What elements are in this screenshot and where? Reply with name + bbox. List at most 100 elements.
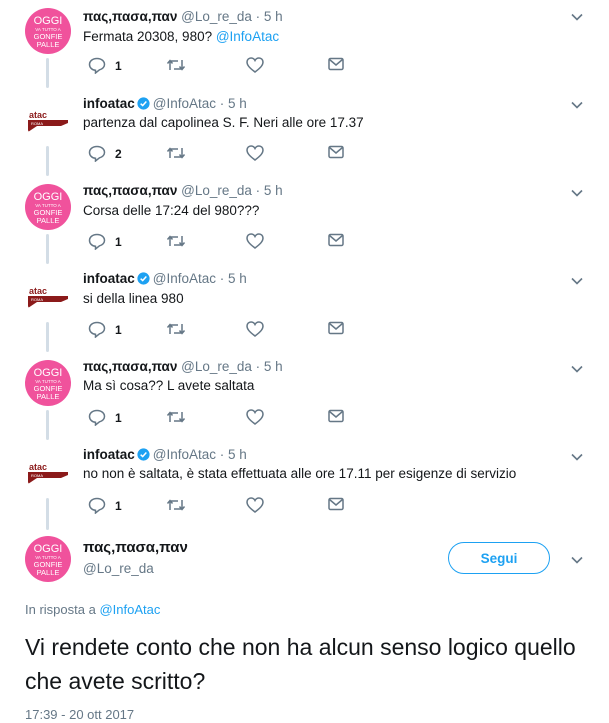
follow-button[interactable]: Segui [448, 542, 550, 574]
user-name[interactable]: πας,πασα,παν [83, 9, 177, 24]
direct-message-button[interactable] [328, 409, 344, 423]
tweet-text: Ma sì cosa?? L avete saltata [83, 378, 254, 393]
tweet-actions: 1 [88, 321, 358, 339]
tweet-actions: 1 [88, 233, 358, 251]
reply-count: 1 [115, 498, 122, 513]
tweet-text: no non è saltata, è stata effettuata all… [83, 466, 516, 481]
like-button[interactable] [246, 497, 264, 513]
tweet-text-body: no non è saltata, è stata effettuata all… [83, 466, 517, 481]
avatar-text: OGGI [34, 367, 63, 379]
retweet-button[interactable] [166, 497, 186, 513]
separator-dot: · [251, 359, 264, 374]
separator-dot: · [216, 96, 229, 111]
avatar-infoatac[interactable]: atac ROMA [25, 272, 71, 318]
oggi-avatar-image: OGGI VA TUTTO A GONFIE PALLE [34, 191, 63, 225]
atac-avatar-image: atac ROMA [28, 110, 68, 132]
tweet-time[interactable]: 5 h [228, 271, 247, 286]
mention-link[interactable]: @InfoAtac [216, 29, 279, 44]
retweet-icon [166, 147, 186, 159]
envelope-icon [328, 497, 344, 511]
user-handle[interactable]: @Lo_re_da [181, 359, 252, 374]
chevron-down-icon[interactable] [570, 10, 584, 24]
retweet-button[interactable] [166, 409, 186, 425]
tweet-actions: 1 [88, 57, 358, 75]
reply-button[interactable]: 1 [88, 233, 122, 250]
tweet-header: πας,πασα,παν @Lo_re_da · 5 h [83, 359, 283, 374]
avatar-lo-re-da[interactable]: OGGI VA TUTTO A GONFIE PALLE [25, 360, 71, 406]
retweet-button[interactable] [166, 57, 186, 73]
avatar-text: PALLE [37, 392, 60, 401]
tweet-header: infoatac @InfoAtac · 5 h [83, 271, 247, 286]
tweet-time[interactable]: 5 h [228, 447, 247, 462]
chevron-down-icon[interactable] [570, 274, 584, 288]
chevron-down-icon[interactable] [570, 450, 584, 464]
verified-badge-icon [137, 97, 150, 110]
verified-badge-icon [137, 448, 150, 461]
reply-count: 2 [115, 146, 122, 161]
retweet-button[interactable] [166, 145, 186, 161]
user-handle[interactable]: @InfoAtac [153, 447, 216, 462]
avatar-lo-re-da[interactable]: OGGI VA TUTTO A GONFIE PALLE [25, 184, 71, 230]
avatar-text: PALLE [37, 568, 60, 577]
user-name[interactable]: πας,πασα,παν [83, 539, 188, 556]
reply-button[interactable]: 2 [88, 145, 122, 162]
reply-icon [88, 57, 106, 74]
direct-message-button[interactable] [328, 57, 344, 71]
avatar-lo-re-da[interactable]: OGGI VA TUTTO A GONFIE PALLE [25, 536, 71, 582]
direct-message-button[interactable] [328, 321, 344, 335]
tweet-header: infoatac @InfoAtac · 5 h [83, 96, 247, 111]
like-button[interactable] [246, 233, 264, 249]
user-name[interactable]: infoatac [83, 96, 135, 111]
tweet-time[interactable]: 5 h [228, 96, 247, 111]
chevron-down-icon[interactable] [570, 553, 584, 567]
like-button[interactable] [246, 321, 264, 337]
reply-count: 1 [115, 410, 122, 425]
reply-button[interactable]: 1 [88, 321, 122, 338]
reply-button[interactable]: 1 [88, 57, 122, 74]
direct-message-button[interactable] [328, 145, 344, 159]
reply-button[interactable]: 1 [88, 497, 122, 514]
reply-icon [88, 409, 106, 426]
avatar-lo-re-da[interactable]: OGGI VA TUTTO A GONFIE PALLE [25, 8, 71, 54]
tweet-text-body: Fermata 20308, 980? [83, 29, 216, 44]
avatar-text: ROMA [31, 121, 43, 126]
reply-button[interactable]: 1 [88, 409, 122, 426]
verified-badge-icon [137, 272, 150, 285]
mention-link[interactable]: @InfoAtac [99, 602, 160, 617]
retweet-button[interactable] [166, 321, 186, 337]
chevron-down-icon[interactable] [570, 186, 584, 200]
tweet-timestamp[interactable]: 17:39 - 20 ott 2017 [25, 707, 134, 722]
user-handle[interactable]: @Lo_re_da [181, 9, 252, 24]
direct-message-button[interactable] [328, 497, 344, 511]
chevron-down-icon[interactable] [570, 362, 584, 376]
like-button[interactable] [246, 145, 264, 161]
user-handle[interactable]: @InfoAtac [153, 271, 216, 286]
heart-icon [246, 409, 264, 425]
chevron-down-icon[interactable] [570, 98, 584, 112]
user-name[interactable]: πας,πασα,παν [83, 359, 177, 374]
user-handle[interactable]: @Lo_re_da [181, 183, 252, 198]
thread-connector-line [46, 322, 49, 352]
like-button[interactable] [246, 57, 264, 73]
like-button[interactable] [246, 409, 264, 425]
tweet-time[interactable]: 5 h [264, 9, 283, 24]
user-name[interactable]: πας,πασα,παν [83, 183, 177, 198]
thread-connector-line [46, 146, 49, 176]
avatar-infoatac[interactable]: atac ROMA [25, 96, 71, 142]
tweet-header: πας,πασα,παν @Lo_re_da · 5 h [83, 183, 283, 198]
user-handle[interactable]: @InfoAtac [153, 96, 216, 111]
retweet-icon [166, 323, 186, 335]
avatar-text: atac [29, 286, 47, 296]
reply-context: In risposta a @InfoAtac [25, 602, 160, 617]
tweet-time[interactable]: 5 h [264, 359, 283, 374]
tweet-time[interactable]: 5 h [264, 183, 283, 198]
reply-count: 1 [115, 58, 122, 73]
user-name[interactable]: infoatac [83, 271, 135, 286]
user-name[interactable]: infoatac [83, 447, 135, 462]
user-handle[interactable]: @Lo_re_da [83, 561, 154, 576]
retweet-button[interactable] [166, 233, 186, 249]
avatar-infoatac[interactable]: atac ROMA [25, 448, 71, 494]
avatar-text: OGGI [34, 191, 63, 203]
direct-message-button[interactable] [328, 233, 344, 247]
avatar-text: PALLE [37, 216, 60, 225]
